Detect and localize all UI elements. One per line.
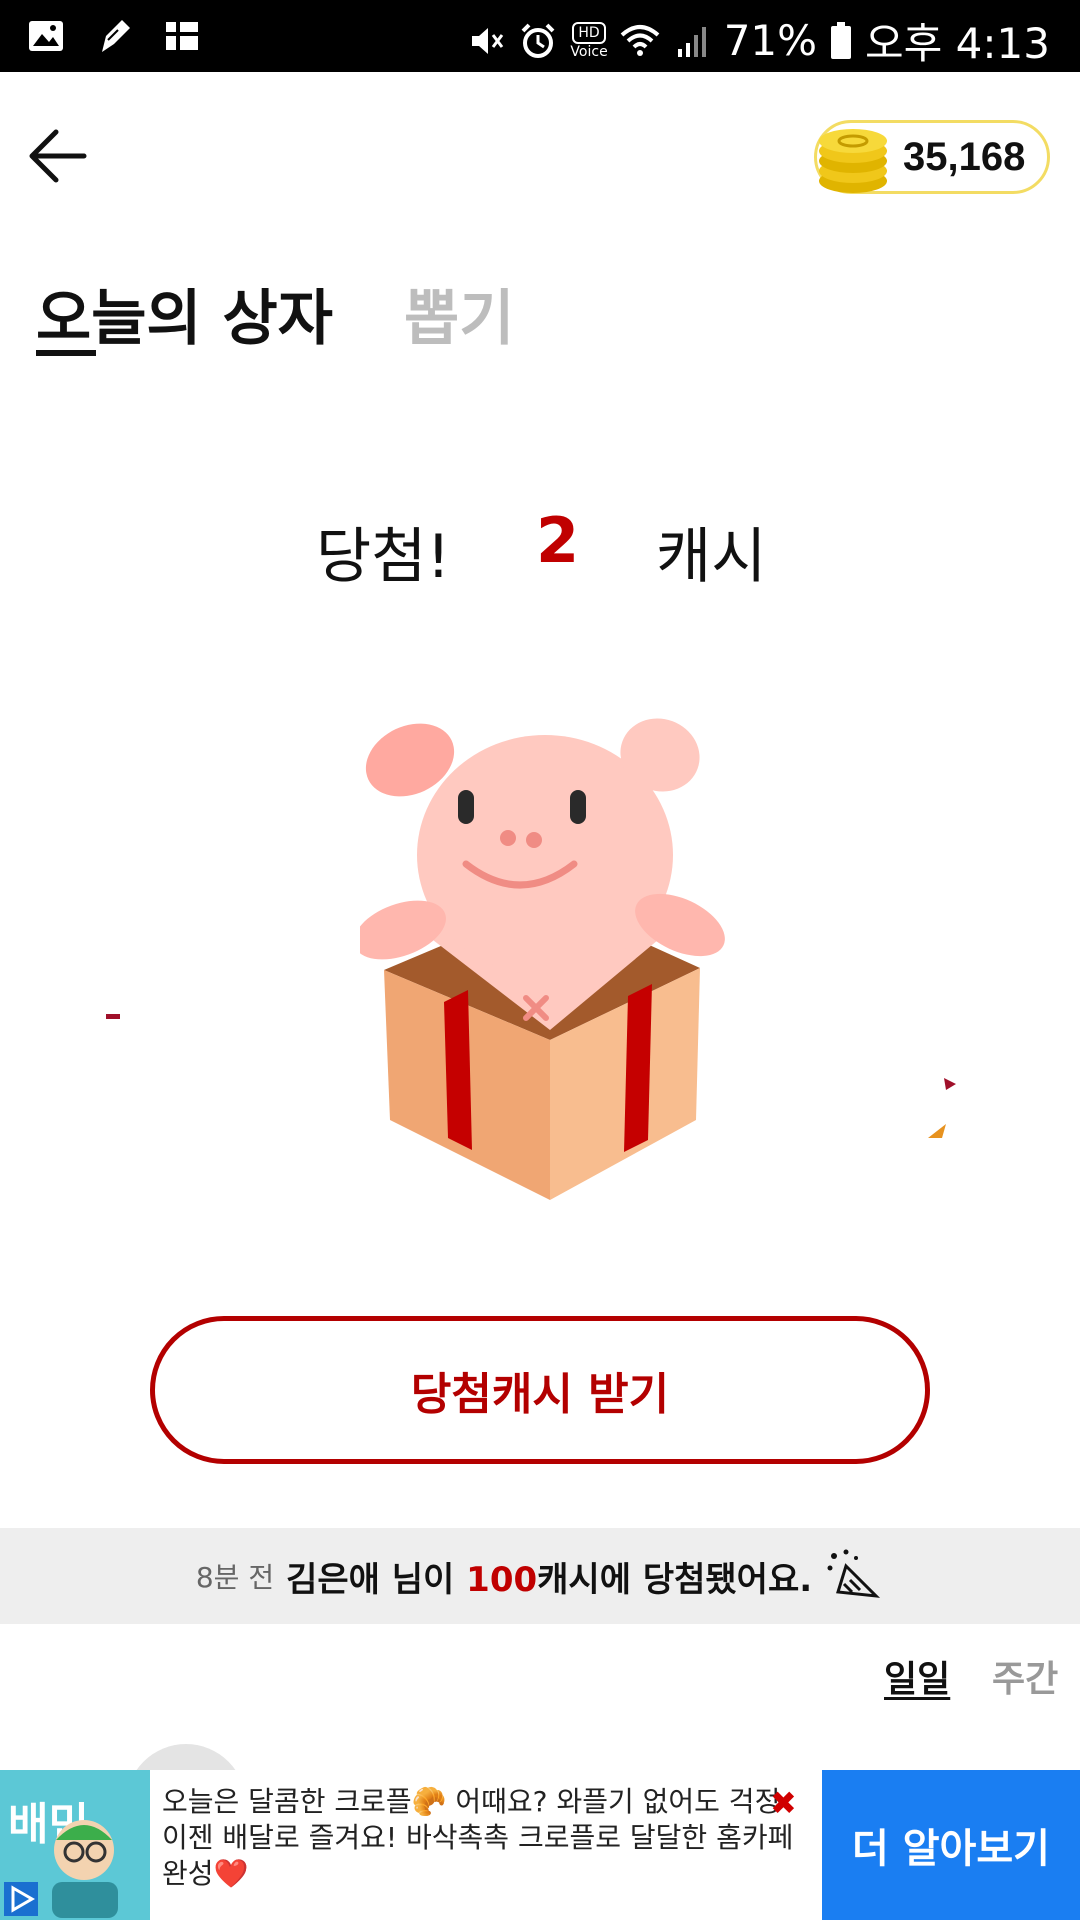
claim-cash-button[interactable]: 당첨캐시 받기 bbox=[150, 1316, 930, 1464]
active-tab-indicator bbox=[36, 350, 96, 356]
ad-close-icon[interactable]: ✖ bbox=[770, 1784, 797, 1822]
pen-icon bbox=[102, 20, 130, 52]
status-left-icons bbox=[26, 16, 202, 56]
ad-learn-more-label: 더 알아보기 bbox=[852, 1826, 1050, 1872]
ad-text-line: 오늘은 달콤한 크로플🥐 어때요? 와플기 없어도 걱정 bbox=[162, 1785, 781, 1818]
status-right-icons: HD Voice 71% 오후 4:13 bbox=[466, 10, 1050, 71]
pig-gift-box-illustration bbox=[360, 718, 725, 1200]
ticker-suffix: 캐시에 당첨됐어요. bbox=[537, 1559, 813, 1600]
ad-text-line: 완성❤️ bbox=[162, 1857, 249, 1890]
result-unit: 캐시 bbox=[656, 522, 767, 592]
claim-cash-label: 당첨캐시 받기 bbox=[410, 1369, 670, 1420]
ad-character-image bbox=[52, 1820, 118, 1918]
mute-icon bbox=[472, 27, 504, 54]
back-arrow-icon[interactable] bbox=[26, 124, 90, 188]
hd-voice-icon: HD Voice bbox=[570, 21, 608, 60]
signal-icon bbox=[677, 26, 706, 57]
result-amount: 2 bbox=[536, 504, 580, 577]
period-tab-weekly[interactable]: 주간 bbox=[992, 1650, 1058, 1702]
tab-draw[interactable]: 뽑기 bbox=[404, 270, 514, 357]
ad-thumbnail[interactable]: 배민 bbox=[0, 1770, 150, 1920]
winner-ticker: 8분 전 김은애 님이 100캐시에 당첨됐어요. bbox=[0, 1528, 1080, 1624]
wifi-icon bbox=[620, 24, 660, 56]
ticker-prefix: 김은애 님이 bbox=[286, 1559, 467, 1600]
ad-play-icon[interactable] bbox=[4, 1882, 38, 1916]
result-won-label: 당첨! bbox=[316, 522, 451, 592]
ticker-message: 김은애 님이 100캐시에 당첨됐어요. bbox=[286, 1552, 812, 1601]
status-bar: HD Voice 71% 오후 4:13 bbox=[0, 0, 1080, 72]
ad-banner[interactable]: 배민 오늘은 달콤한 크로플🥐 어때요? 와플기 없어도 걱정 이젠 배달로 즐… bbox=[0, 1770, 1080, 1920]
app-grid-icon bbox=[166, 22, 198, 50]
period-tab-daily[interactable]: 일일 bbox=[884, 1650, 950, 1702]
coin-balance-pill[interactable]: 35,168 bbox=[814, 120, 1050, 194]
gallery-icon bbox=[29, 21, 63, 51]
ticker-amount: 100 bbox=[466, 1559, 538, 1600]
confetti-piece bbox=[106, 1014, 120, 1019]
alarm-icon bbox=[522, 23, 555, 58]
coin-stack-icon bbox=[819, 129, 887, 193]
confetti-piece bbox=[928, 1124, 946, 1138]
voice-label: Voice bbox=[570, 43, 608, 60]
ad-text[interactable]: 오늘은 달콤한 크로플🥐 어때요? 와플기 없어도 걱정 이젠 배달로 즐겨요!… bbox=[162, 1784, 807, 1892]
ad-text-line: 이젠 배달로 즐겨요! 바삭촉촉 크로플로 달달한 홈카페 bbox=[162, 1821, 794, 1854]
party-popper-icon bbox=[827, 1549, 881, 1598]
result-row: 당첨! 2 캐시 bbox=[0, 500, 1080, 592]
ticker-time: 8분 전 bbox=[195, 1561, 275, 1594]
tab-todays-box[interactable]: 오늘의 상자 bbox=[36, 270, 333, 357]
hd-label: HD bbox=[572, 21, 606, 44]
battery-percent: 71% bbox=[723, 16, 818, 65]
confetti-piece bbox=[944, 1078, 956, 1090]
coin-balance-value: 35,168 bbox=[903, 135, 1026, 179]
battery-icon bbox=[831, 21, 852, 59]
ad-learn-more-button[interactable]: 더 알아보기 bbox=[822, 1770, 1080, 1920]
clock: 오후 4:13 bbox=[865, 19, 1050, 68]
